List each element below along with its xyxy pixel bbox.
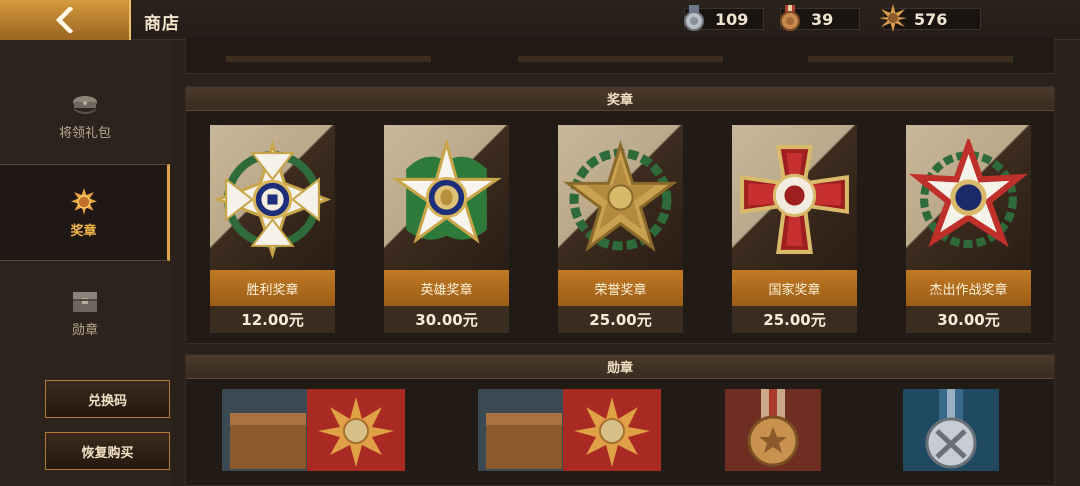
badge-card[interactable] bbox=[903, 389, 999, 471]
sidebar-item-officer-pack[interactable]: 将领礼包 bbox=[0, 67, 170, 163]
shop-content[interactable]: 奖章 胜利奖章 12.00元 英雄奖章 30.00元 荣誉奖章 25.00元 国… bbox=[185, 38, 1055, 486]
medal-image bbox=[906, 125, 1031, 270]
chest-sun-badge-icon bbox=[222, 389, 405, 471]
badge-card[interactable] bbox=[222, 389, 405, 471]
red-white-star-medal-icon bbox=[908, 139, 1029, 248]
medal-price: 25.00元 bbox=[732, 306, 857, 333]
sun-medal-icon bbox=[70, 187, 97, 215]
previous-card-edge bbox=[518, 56, 723, 62]
bronze-medal-counter: 39 bbox=[780, 5, 860, 31]
silver-medal-counter: 109 bbox=[684, 5, 764, 31]
medal-card[interactable]: 英雄奖章 30.00元 bbox=[384, 125, 509, 333]
previous-card-edge bbox=[808, 56, 1013, 62]
badge-card[interactable] bbox=[478, 389, 661, 471]
officer-cap-icon bbox=[73, 96, 97, 114]
medal-card[interactable]: 荣誉奖章 25.00元 bbox=[558, 125, 683, 333]
sidebar-item-label: 勋章 bbox=[71, 323, 98, 338]
medals-section-title: 奖章 bbox=[186, 87, 1054, 111]
gold-star-badge-icon bbox=[879, 4, 907, 32]
silver-medal-icon bbox=[684, 5, 704, 31]
redeem-code-button[interactable]: 兑换码 bbox=[45, 380, 170, 418]
top-bar: 商店 109 39 576 bbox=[0, 0, 1080, 40]
page-title: 商店 bbox=[144, 14, 180, 34]
sidebar-item-badges[interactable]: 勋章 bbox=[0, 264, 170, 360]
medal-card[interactable]: 国家奖章 25.00元 bbox=[732, 125, 857, 333]
silver-rifles-badge-icon bbox=[903, 389, 999, 471]
medal-name: 国家奖章 bbox=[732, 270, 857, 306]
medal-image bbox=[210, 125, 335, 270]
medal-image bbox=[384, 125, 509, 270]
medal-name: 荣誉奖章 bbox=[558, 270, 683, 306]
badge-card[interactable] bbox=[725, 389, 821, 471]
gold-star-medal-icon bbox=[563, 140, 678, 252]
restore-purchase-button[interactable]: 恢复购买 bbox=[45, 432, 170, 470]
sidebar-item-label: 奖章 bbox=[70, 223, 97, 239]
back-button[interactable] bbox=[0, 0, 131, 40]
chest-icon bbox=[73, 292, 97, 312]
white-star-medal-icon bbox=[391, 139, 502, 244]
white-cross-medal-icon bbox=[213, 140, 332, 259]
chest-sun-badge-icon bbox=[478, 389, 661, 471]
sidebar-item-medals[interactable]: 奖章 bbox=[0, 164, 170, 261]
medal-price: 12.00元 bbox=[210, 306, 335, 333]
medal-price: 25.00元 bbox=[558, 306, 683, 333]
medal-card[interactable]: 胜利奖章 12.00元 bbox=[210, 125, 335, 333]
sidebar: 将领礼包 奖章 勋章 兑换码 恢复购买 bbox=[0, 40, 172, 486]
previous-section-remnant bbox=[185, 38, 1055, 74]
medal-image bbox=[558, 125, 683, 270]
medal-price: 30.00元 bbox=[906, 306, 1031, 333]
badges-section-title: 勋章 bbox=[186, 355, 1054, 379]
back-arrow-icon bbox=[55, 7, 74, 33]
medal-name: 胜利奖章 bbox=[210, 270, 335, 306]
bronze-medal-icon bbox=[780, 5, 800, 31]
medal-name: 英雄奖章 bbox=[384, 270, 509, 306]
medal-price: 30.00元 bbox=[384, 306, 509, 333]
medal-image bbox=[732, 125, 857, 270]
medal-name: 杰出作战奖章 bbox=[906, 270, 1031, 306]
medal-card[interactable]: 杰出作战奖章 30.00元 bbox=[906, 125, 1031, 333]
bronze-star-badge-icon bbox=[725, 389, 821, 471]
red-cross-medal-icon bbox=[740, 145, 849, 254]
previous-card-edge bbox=[226, 56, 431, 62]
gold-badge-counter: 576 bbox=[879, 4, 981, 32]
sidebar-item-label: 将领礼包 bbox=[58, 126, 111, 141]
